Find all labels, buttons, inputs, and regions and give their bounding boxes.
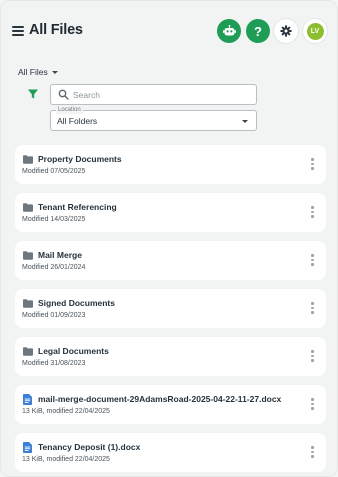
- list-item-document[interactable]: mail-merge-document-29AdamsRoad-2025-04-…: [15, 385, 326, 424]
- file-name: Property Documents: [38, 154, 122, 164]
- file-name: mail-merge-document-29AdamsRoad-2025-04-…: [38, 394, 282, 404]
- file-name: Legal Documents: [38, 346, 109, 356]
- document-icon: [23, 442, 32, 453]
- file-name: Signed Documents: [38, 298, 115, 308]
- file-meta: 13 KiB, modified 22/04/2025: [22, 408, 110, 415]
- file-meta: Modified 07/05/2025: [22, 168, 86, 175]
- scope-dropdown[interactable]: All Files: [18, 67, 58, 77]
- robot-icon: [222, 25, 236, 36]
- search-input[interactable]: [73, 87, 248, 102]
- assistant-button[interactable]: [217, 19, 241, 43]
- list-item-folder[interactable]: Tenant Referencing Modified 14/03/2025: [15, 193, 326, 232]
- folder-icon: [23, 299, 33, 308]
- more-vertical-icon[interactable]: [311, 302, 315, 315]
- filter-icon[interactable]: [27, 88, 39, 100]
- app-frame: All Files ? LV All Files Search Location…: [0, 0, 338, 477]
- more-vertical-icon[interactable]: [311, 158, 315, 171]
- file-meta: Modified 01/09/2023: [22, 312, 86, 319]
- help-icon: ?: [254, 23, 262, 39]
- more-vertical-icon[interactable]: [311, 446, 315, 459]
- hamburger-menu-icon[interactable]: [12, 26, 24, 36]
- help-button[interactable]: ?: [246, 19, 270, 43]
- list-item-folder[interactable]: Legal Documents Modified 31/08/2023: [15, 337, 326, 376]
- settings-button[interactable]: [274, 19, 298, 43]
- chevron-down-icon: [51, 70, 58, 74]
- settings-icon: [280, 25, 292, 37]
- more-vertical-icon[interactable]: [311, 206, 315, 219]
- file-meta: Modified 26/01/2024: [22, 264, 86, 271]
- list-item-folder[interactable]: Property Documents Modified 07/05/2025: [15, 145, 326, 184]
- avatar: LV: [306, 22, 324, 40]
- file-name: Tenancy Deposit (1).docx: [38, 442, 141, 452]
- search-icon: [58, 89, 69, 100]
- app-header: All Files ? LV: [1, 1, 337, 61]
- folder-icon: [23, 347, 33, 356]
- location-value: All Folders: [57, 116, 98, 126]
- user-avatar-button[interactable]: LV: [303, 19, 327, 43]
- location-label: Location: [56, 106, 83, 114]
- folder-icon: [23, 203, 33, 212]
- file-meta: Modified 14/03/2025: [22, 216, 86, 223]
- file-meta: Modified 31/08/2023: [22, 360, 86, 367]
- page-title: All Files: [29, 22, 83, 38]
- chevron-down-icon: [242, 120, 248, 123]
- more-vertical-icon[interactable]: [311, 398, 315, 411]
- list-item-folder[interactable]: Mail Merge Modified 26/01/2024: [15, 241, 326, 280]
- file-name: Mail Merge: [38, 250, 82, 260]
- more-vertical-icon[interactable]: [311, 254, 315, 267]
- list-item-folder[interactable]: Signed Documents Modified 01/09/2023: [15, 289, 326, 328]
- folder-icon: [23, 155, 33, 164]
- file-meta: 13 KiB, modified 22/04/2025: [22, 456, 110, 463]
- location-select[interactable]: Location All Folders: [50, 106, 257, 131]
- file-name: Tenant Referencing: [38, 202, 117, 212]
- search-box[interactable]: [50, 84, 257, 105]
- list-item-document[interactable]: Tenancy Deposit (1).docx 13 KiB, modifie…: [15, 433, 326, 472]
- scope-dropdown-label: All Files: [18, 67, 48, 77]
- folder-icon: [23, 251, 33, 260]
- document-icon: [23, 394, 32, 405]
- more-vertical-icon[interactable]: [311, 350, 315, 363]
